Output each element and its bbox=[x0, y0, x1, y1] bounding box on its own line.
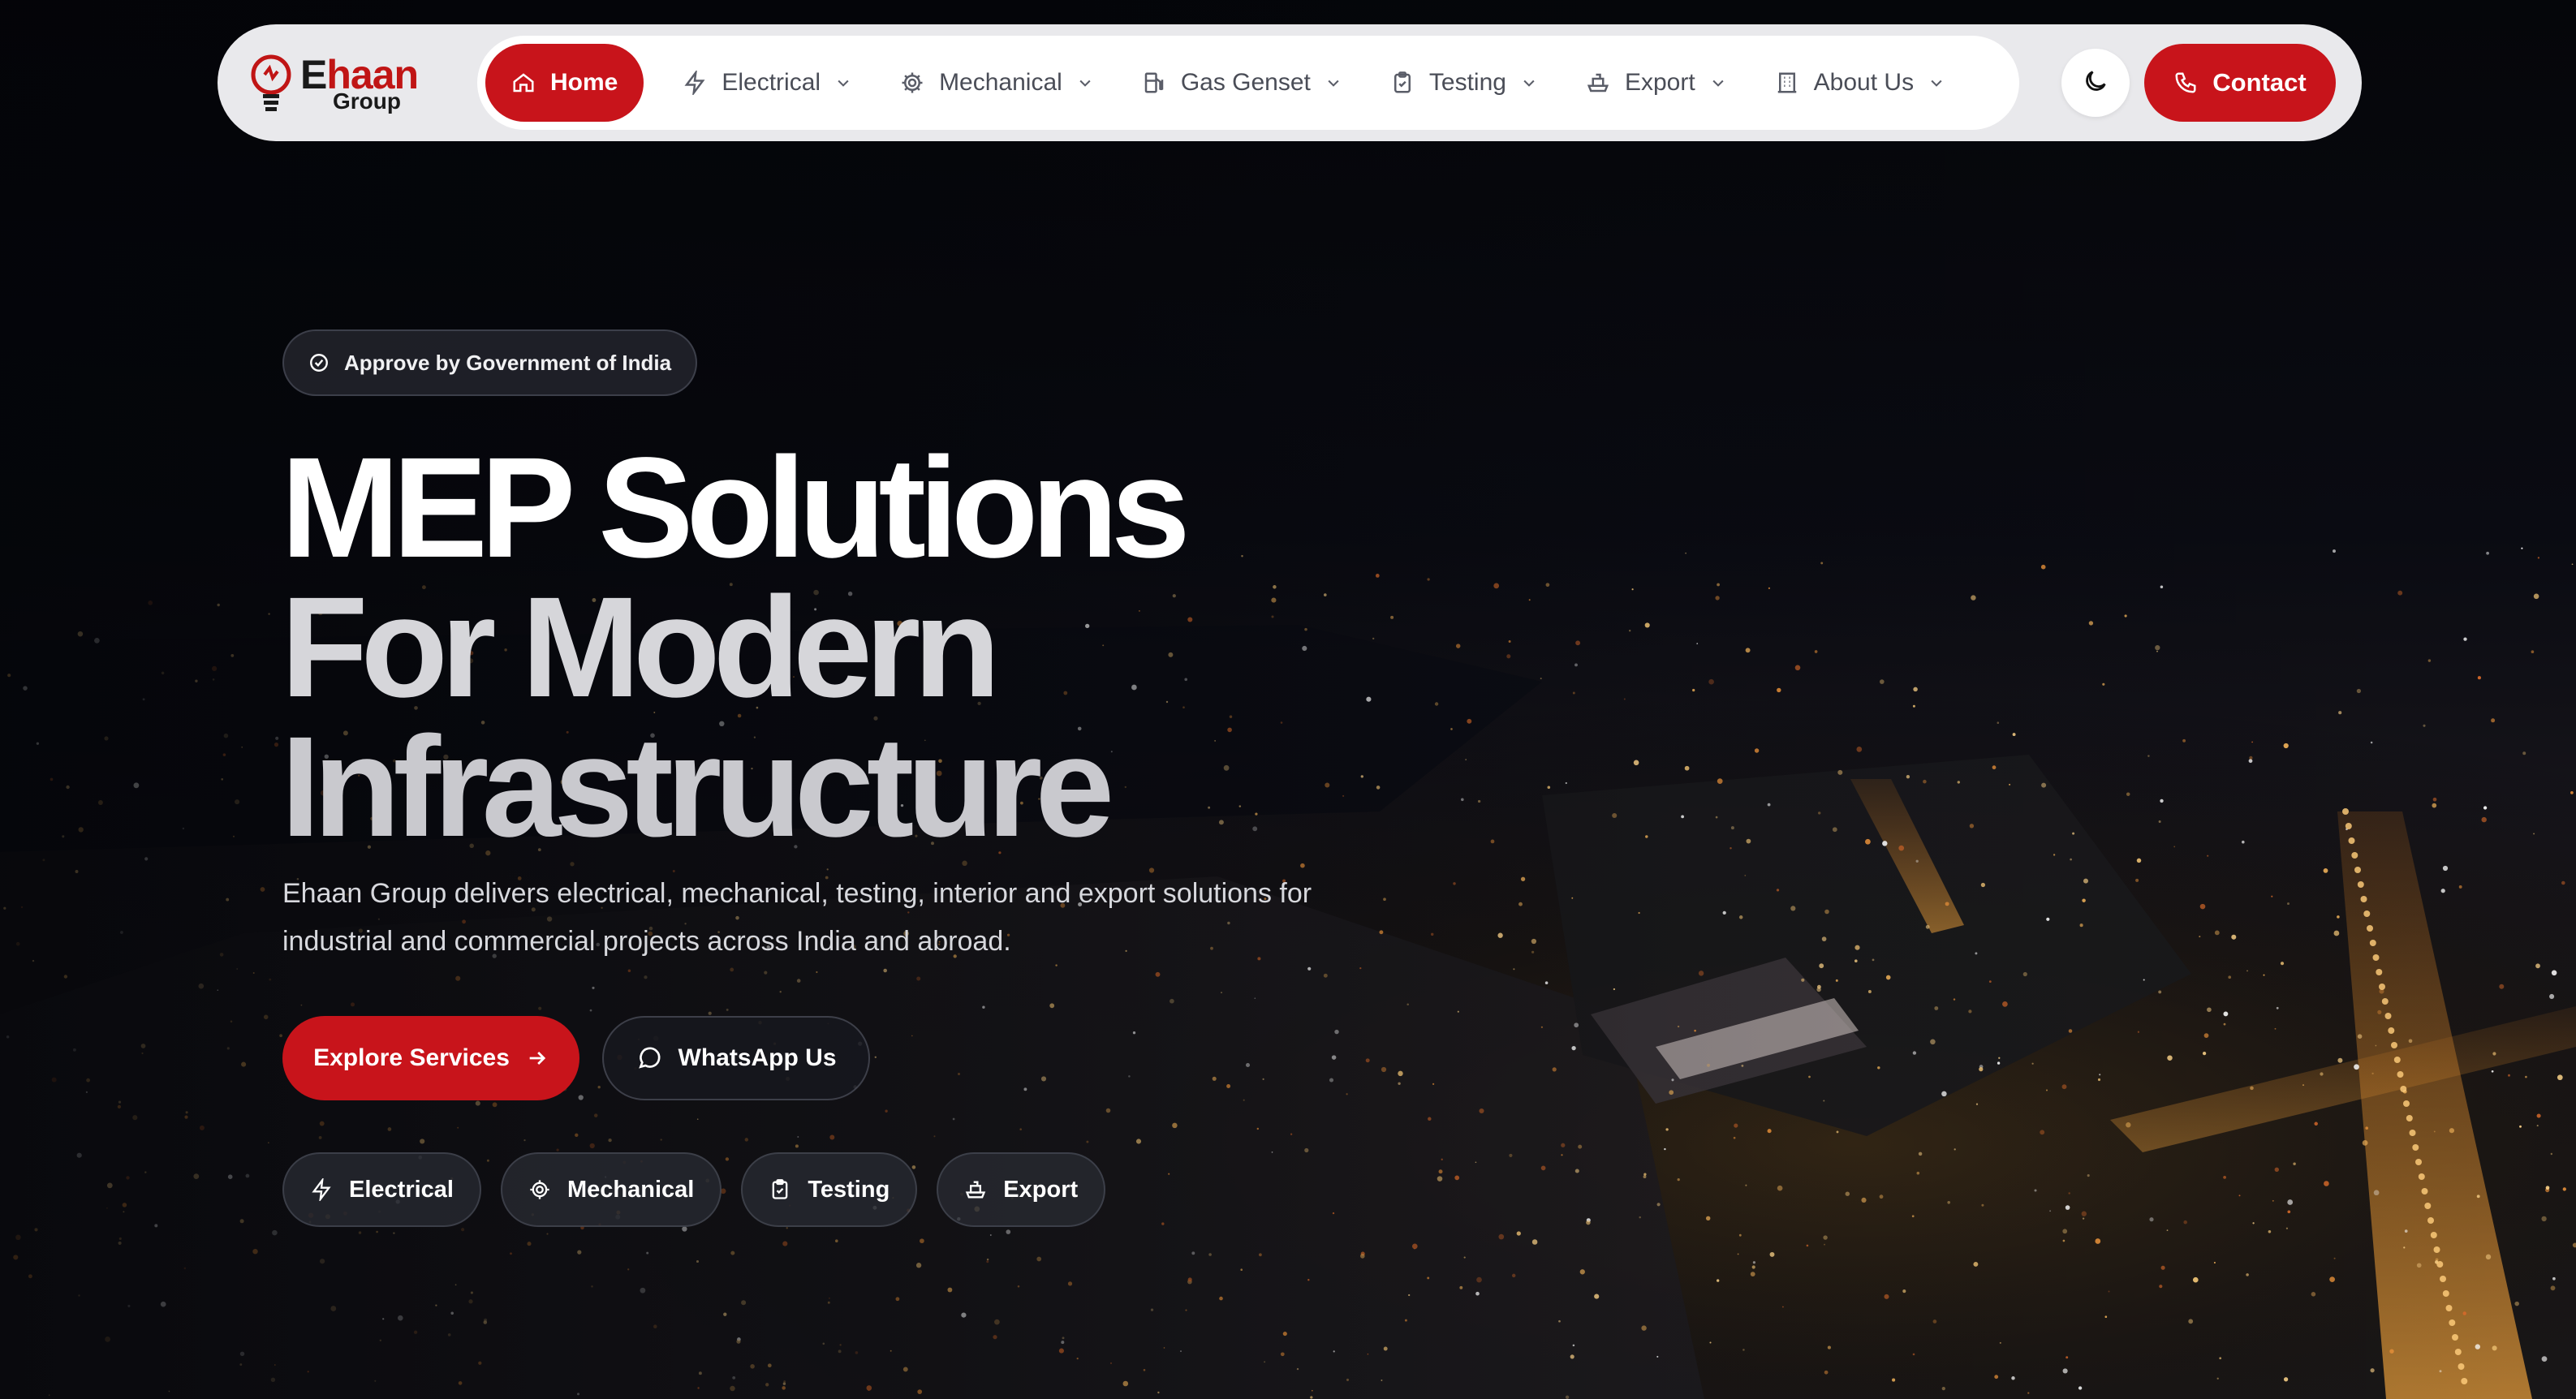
chip-label: Mechanical bbox=[566, 1176, 695, 1203]
contact-button[interactable]: Contact bbox=[2144, 44, 2336, 122]
chevron-down-icon bbox=[1325, 75, 1342, 91]
nav-item-testing[interactable]: Testing bbox=[1366, 44, 1562, 122]
hero-title-line-3: Infrastructure bbox=[281, 708, 1114, 867]
theme-toggle-button[interactable] bbox=[2061, 49, 2130, 117]
chip-label: Electrical bbox=[349, 1176, 454, 1203]
ship-icon bbox=[1586, 71, 1610, 95]
nav-item-label: Testing bbox=[1428, 69, 1506, 96]
nav-item-label: Gas Genset bbox=[1180, 69, 1311, 96]
nav-item-home[interactable]: Home bbox=[485, 44, 644, 122]
contact-label: Contact bbox=[2212, 68, 2307, 97]
service-chips: Electrical Mechanical Testing Export bbox=[282, 1152, 1125, 1227]
nav-item-label: Export bbox=[1624, 69, 1695, 96]
gear-icon bbox=[528, 1178, 551, 1201]
building-icon bbox=[1775, 71, 1799, 95]
gear-icon bbox=[900, 71, 924, 95]
chip-mechanical[interactable]: Mechanical bbox=[500, 1152, 722, 1227]
bulb-logo-icon bbox=[251, 54, 291, 111]
chip-testing[interactable]: Testing bbox=[741, 1152, 918, 1227]
government-approval-badge: Approve by Government of India bbox=[282, 329, 698, 396]
explore-services-label: Explore Services bbox=[313, 1044, 510, 1071]
nav-item-label: Electrical bbox=[722, 69, 821, 96]
page: Ehaan Group Home Electrical Mechanical G… bbox=[0, 0, 2576, 1399]
nav-item-label: About Us bbox=[1813, 69, 1915, 96]
clipboard-check-icon bbox=[769, 1178, 791, 1201]
clipboard-check-icon bbox=[1390, 71, 1415, 95]
nav-menu: Home Electrical Mechanical Gas Genset Te… bbox=[477, 36, 2019, 130]
chevron-down-icon bbox=[1710, 75, 1726, 91]
chip-electrical[interactable]: Electrical bbox=[282, 1152, 481, 1227]
whatsapp-button[interactable]: WhatsApp Us bbox=[602, 1016, 870, 1100]
nav-item-electrical[interactable]: Electrical bbox=[658, 44, 876, 122]
bolt-icon bbox=[683, 71, 707, 95]
whatsapp-label: WhatsApp Us bbox=[678, 1044, 837, 1071]
check-circle-icon bbox=[308, 352, 330, 373]
hero-title: MEP Solutions For Modern Infrastructure bbox=[281, 428, 1579, 867]
bolt-icon bbox=[310, 1178, 333, 1201]
nav-item-about-us[interactable]: About Us bbox=[1751, 44, 1969, 122]
hero-description: Ehaan Group delivers electrical, mechani… bbox=[282, 878, 1312, 957]
chip-label: Export bbox=[1003, 1176, 1079, 1203]
nav-item-label: Mechanical bbox=[939, 69, 1062, 96]
chevron-down-icon bbox=[835, 75, 851, 91]
fuel-pump-icon bbox=[1142, 71, 1166, 95]
phone-icon bbox=[2173, 71, 2198, 95]
badge-text: Approve by Government of India bbox=[344, 350, 672, 375]
main-navbar: Ehaan Group Home Electrical Mechanical G… bbox=[218, 24, 2362, 141]
chevron-down-icon bbox=[1928, 75, 1945, 91]
hero-title-line-2: For Modern bbox=[281, 568, 1001, 727]
nav-item-export[interactable]: Export bbox=[1562, 44, 1751, 122]
nav-item-label: Home bbox=[550, 69, 618, 96]
chevron-down-icon bbox=[1077, 75, 1093, 91]
logo-initial: E bbox=[300, 52, 327, 97]
chip-export[interactable]: Export bbox=[937, 1152, 1106, 1227]
nav-item-mechanical[interactable]: Mechanical bbox=[876, 44, 1118, 122]
moon-icon bbox=[2082, 67, 2109, 99]
explore-services-button[interactable]: Explore Services bbox=[282, 1016, 579, 1100]
ship-icon bbox=[964, 1178, 987, 1201]
chevron-down-icon bbox=[1521, 75, 1537, 91]
chip-label: Testing bbox=[808, 1176, 890, 1203]
home-icon bbox=[511, 71, 536, 95]
ehaan-group-logo[interactable]: Ehaan Group bbox=[250, 50, 445, 117]
hero-title-line-1: MEP Solutions bbox=[281, 428, 1191, 588]
nav-item-gas-genset[interactable]: Gas Genset bbox=[1118, 44, 1366, 122]
chat-bubble-icon bbox=[636, 1045, 662, 1071]
arrow-right-icon bbox=[526, 1047, 549, 1070]
